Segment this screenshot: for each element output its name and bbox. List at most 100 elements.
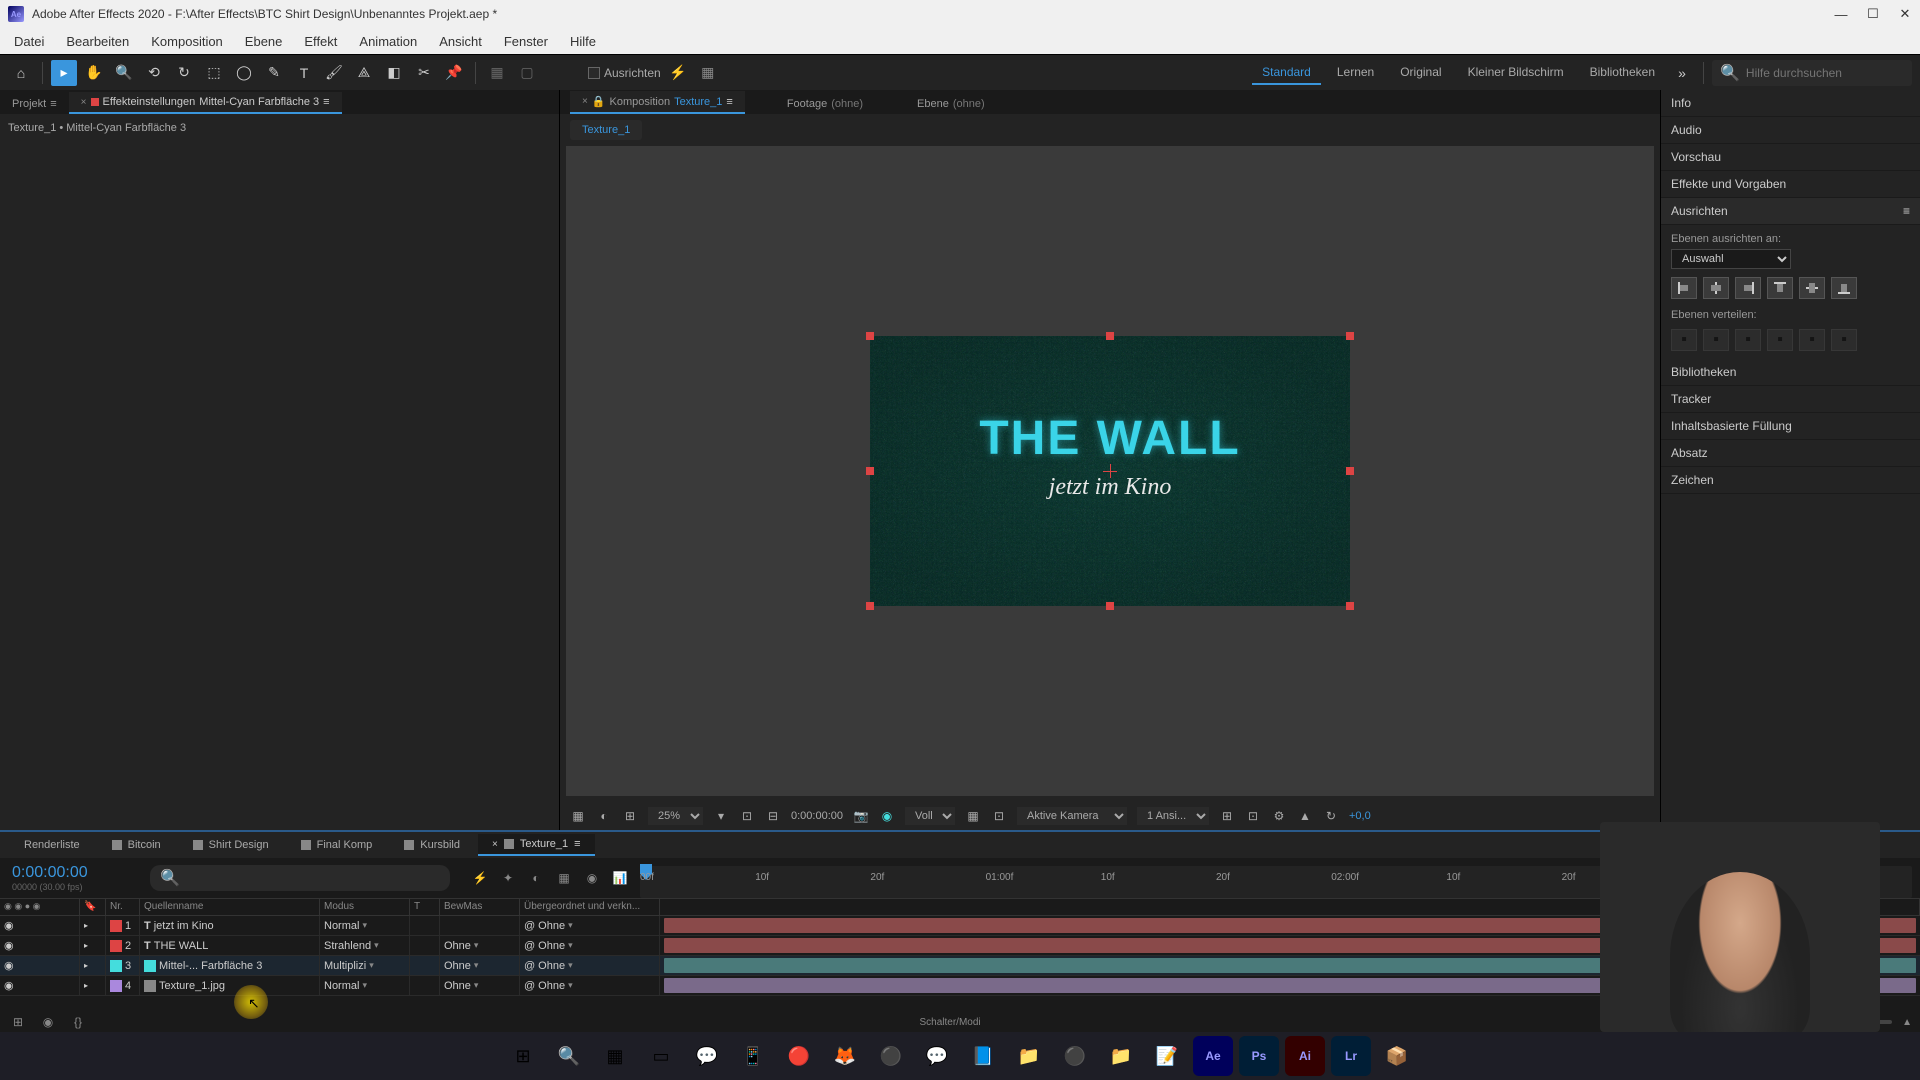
expand-icon[interactable]: ▸: [84, 981, 88, 990]
camera-select[interactable]: Aktive Kamera: [1017, 807, 1127, 825]
draft3d-icon[interactable]: ✦: [498, 868, 518, 888]
lock-icon[interactable]: 🔒: [592, 95, 606, 108]
tl-footer-icon[interactable]: {}: [68, 1012, 88, 1032]
parent-select[interactable]: Ohne: [538, 920, 565, 932]
parent-pickwhip-icon[interactable]: @: [524, 940, 535, 952]
timeline-tab-final-komp[interactable]: Final Komp: [287, 835, 387, 855]
shy-icon[interactable]: ◐: [526, 868, 546, 888]
visibility-toggle[interactable]: ◉: [4, 959, 14, 972]
roto-tool[interactable]: ✂: [411, 60, 437, 86]
eraser-tool[interactable]: ◧: [381, 60, 407, 86]
view-icon4[interactable]: ▲: [1297, 808, 1313, 824]
zoom-tool[interactable]: 🔍: [111, 60, 137, 86]
parent-select[interactable]: Ohne: [538, 980, 565, 992]
label-color[interactable]: [110, 960, 122, 972]
guides-icon[interactable]: ⊞: [622, 808, 638, 824]
maximize-button[interactable]: ☐: [1866, 7, 1880, 21]
workspace-lernen[interactable]: Lernen: [1327, 61, 1384, 85]
tl-footer-icon[interactable]: ⊞: [8, 1012, 28, 1032]
expand-icon[interactable]: ▸: [84, 921, 88, 930]
parent-pickwhip-icon[interactable]: @: [524, 920, 535, 932]
menu-komposition[interactable]: Komposition: [141, 31, 233, 52]
align-checkbox[interactable]: [588, 67, 600, 79]
align-bottom-button[interactable]: [1831, 277, 1857, 299]
timeline-search-input[interactable]: [186, 872, 440, 884]
comp-breadcrumb[interactable]: Texture_1: [570, 120, 642, 140]
expand-icon[interactable]: ▸: [84, 961, 88, 970]
align-panel-header[interactable]: Ausrichten ≡: [1661, 198, 1920, 225]
align-hcenter-button[interactable]: [1703, 277, 1729, 299]
taskbar-whatsapp[interactable]: 📱: [733, 1036, 773, 1076]
close-button[interactable]: ✕: [1898, 7, 1912, 21]
panel-menu-icon[interactable]: ≡: [1903, 204, 1910, 218]
visibility-toggle[interactable]: ◉: [4, 979, 14, 992]
taskbar-ae[interactable]: Ae: [1193, 1036, 1233, 1076]
view-icon2[interactable]: ⊡: [1245, 808, 1261, 824]
switches-modes-toggle[interactable]: Schalter/Modi: [919, 1017, 980, 1028]
taskbar-windows[interactable]: ⊞: [503, 1036, 543, 1076]
left-tab-1[interactable]: × Effekteinstellungen Mittel-Cyan Farbfl…: [69, 92, 342, 114]
track-matte[interactable]: Ohne: [444, 960, 471, 972]
3d-icon[interactable]: ⊡: [991, 808, 1007, 824]
timeline-tab-kursbild[interactable]: Kursbild: [390, 835, 474, 855]
panel-menu-icon[interactable]: ≡: [726, 96, 732, 108]
panel-zeichen[interactable]: Zeichen: [1661, 467, 1920, 494]
orbit-tool[interactable]: ⟲: [141, 60, 167, 86]
zoom-select[interactable]: 25%: [648, 807, 703, 825]
view-icon3[interactable]: ⚙: [1271, 808, 1287, 824]
timeline-tab-texture_1[interactable]: × Texture_1 ≡: [478, 834, 595, 856]
align-top-button[interactable]: [1767, 277, 1793, 299]
panel-menu-icon[interactable]: ≡: [574, 838, 580, 850]
menu-effekt[interactable]: Effekt: [294, 31, 347, 52]
visibility-toggle[interactable]: ◉: [4, 939, 14, 952]
workspace-kleiner-bildschirm[interactable]: Kleiner Bildschirm: [1458, 61, 1574, 85]
text-tool[interactable]: T: [291, 60, 317, 86]
minimize-button[interactable]: —: [1834, 7, 1848, 21]
taskbar-explorer[interactable]: 📁: [1101, 1036, 1141, 1076]
taskbar-ps[interactable]: Ps: [1239, 1036, 1279, 1076]
selection-tool[interactable]: ▸: [51, 60, 77, 86]
menu-hilfe[interactable]: Hilfe: [560, 31, 606, 52]
panel-audio[interactable]: Audio: [1661, 117, 1920, 144]
parent-select[interactable]: Ohne: [538, 940, 565, 952]
motion-blur-icon[interactable]: ◉: [582, 868, 602, 888]
clone-tool[interactable]: ⟁: [351, 60, 377, 86]
panel-menu-icon[interactable]: ≡: [323, 96, 329, 108]
roi-icon[interactable]: ⊟: [765, 808, 781, 824]
menu-bearbeiten[interactable]: Bearbeiten: [56, 31, 139, 52]
viewer-tab-2[interactable]: Ebene (ohne): [905, 94, 997, 114]
graph-editor-icon[interactable]: 📊: [610, 868, 630, 888]
help-search[interactable]: 🔍: [1712, 60, 1912, 86]
align-right-button[interactable]: [1735, 277, 1761, 299]
hand-tool[interactable]: ✋: [81, 60, 107, 86]
stroke-swatch[interactable]: ▢: [514, 60, 540, 86]
selection-handle[interactable]: [866, 332, 874, 340]
resolution-icon[interactable]: ⊡: [739, 808, 755, 824]
timeline-tab-bitcoin[interactable]: Bitcoin: [98, 835, 175, 855]
layer-name[interactable]: jetzt im Kino: [154, 920, 214, 932]
tl-footer-icon[interactable]: ◉: [38, 1012, 58, 1032]
selection-handle[interactable]: [1346, 602, 1354, 610]
snapshot-icon[interactable]: 📷: [853, 808, 869, 824]
selection-handle[interactable]: [1106, 602, 1114, 610]
menu-ebene[interactable]: Ebene: [235, 31, 293, 52]
zoom-in-icon[interactable]: ▲: [1902, 1017, 1912, 1028]
puppet-tool[interactable]: 📌: [441, 60, 467, 86]
taskbar-files[interactable]: 📁: [1009, 1036, 1049, 1076]
menu-fenster[interactable]: Fenster: [494, 31, 558, 52]
blend-mode[interactable]: Normal: [324, 980, 359, 992]
taskbar-firefox[interactable]: 🦊: [825, 1036, 865, 1076]
close-icon[interactable]: ×: [582, 96, 588, 107]
fill-swatch[interactable]: ▦: [484, 60, 510, 86]
layer-name[interactable]: THE WALL: [154, 940, 209, 952]
taskbar-facebook[interactable]: 📘: [963, 1036, 1003, 1076]
rotate-tool[interactable]: ↻: [171, 60, 197, 86]
align-vcenter-button[interactable]: [1799, 277, 1825, 299]
panel-bibliotheken[interactable]: Bibliotheken: [1661, 359, 1920, 386]
parent-pickwhip-icon[interactable]: @: [524, 960, 535, 972]
workspace-standard[interactable]: Standard: [1252, 61, 1321, 85]
workspace-bibliotheken[interactable]: Bibliotheken: [1580, 61, 1665, 85]
pen-tool[interactable]: ✎: [261, 60, 287, 86]
track-matte[interactable]: Ohne: [444, 940, 471, 952]
transparency-icon[interactable]: ▦: [965, 808, 981, 824]
